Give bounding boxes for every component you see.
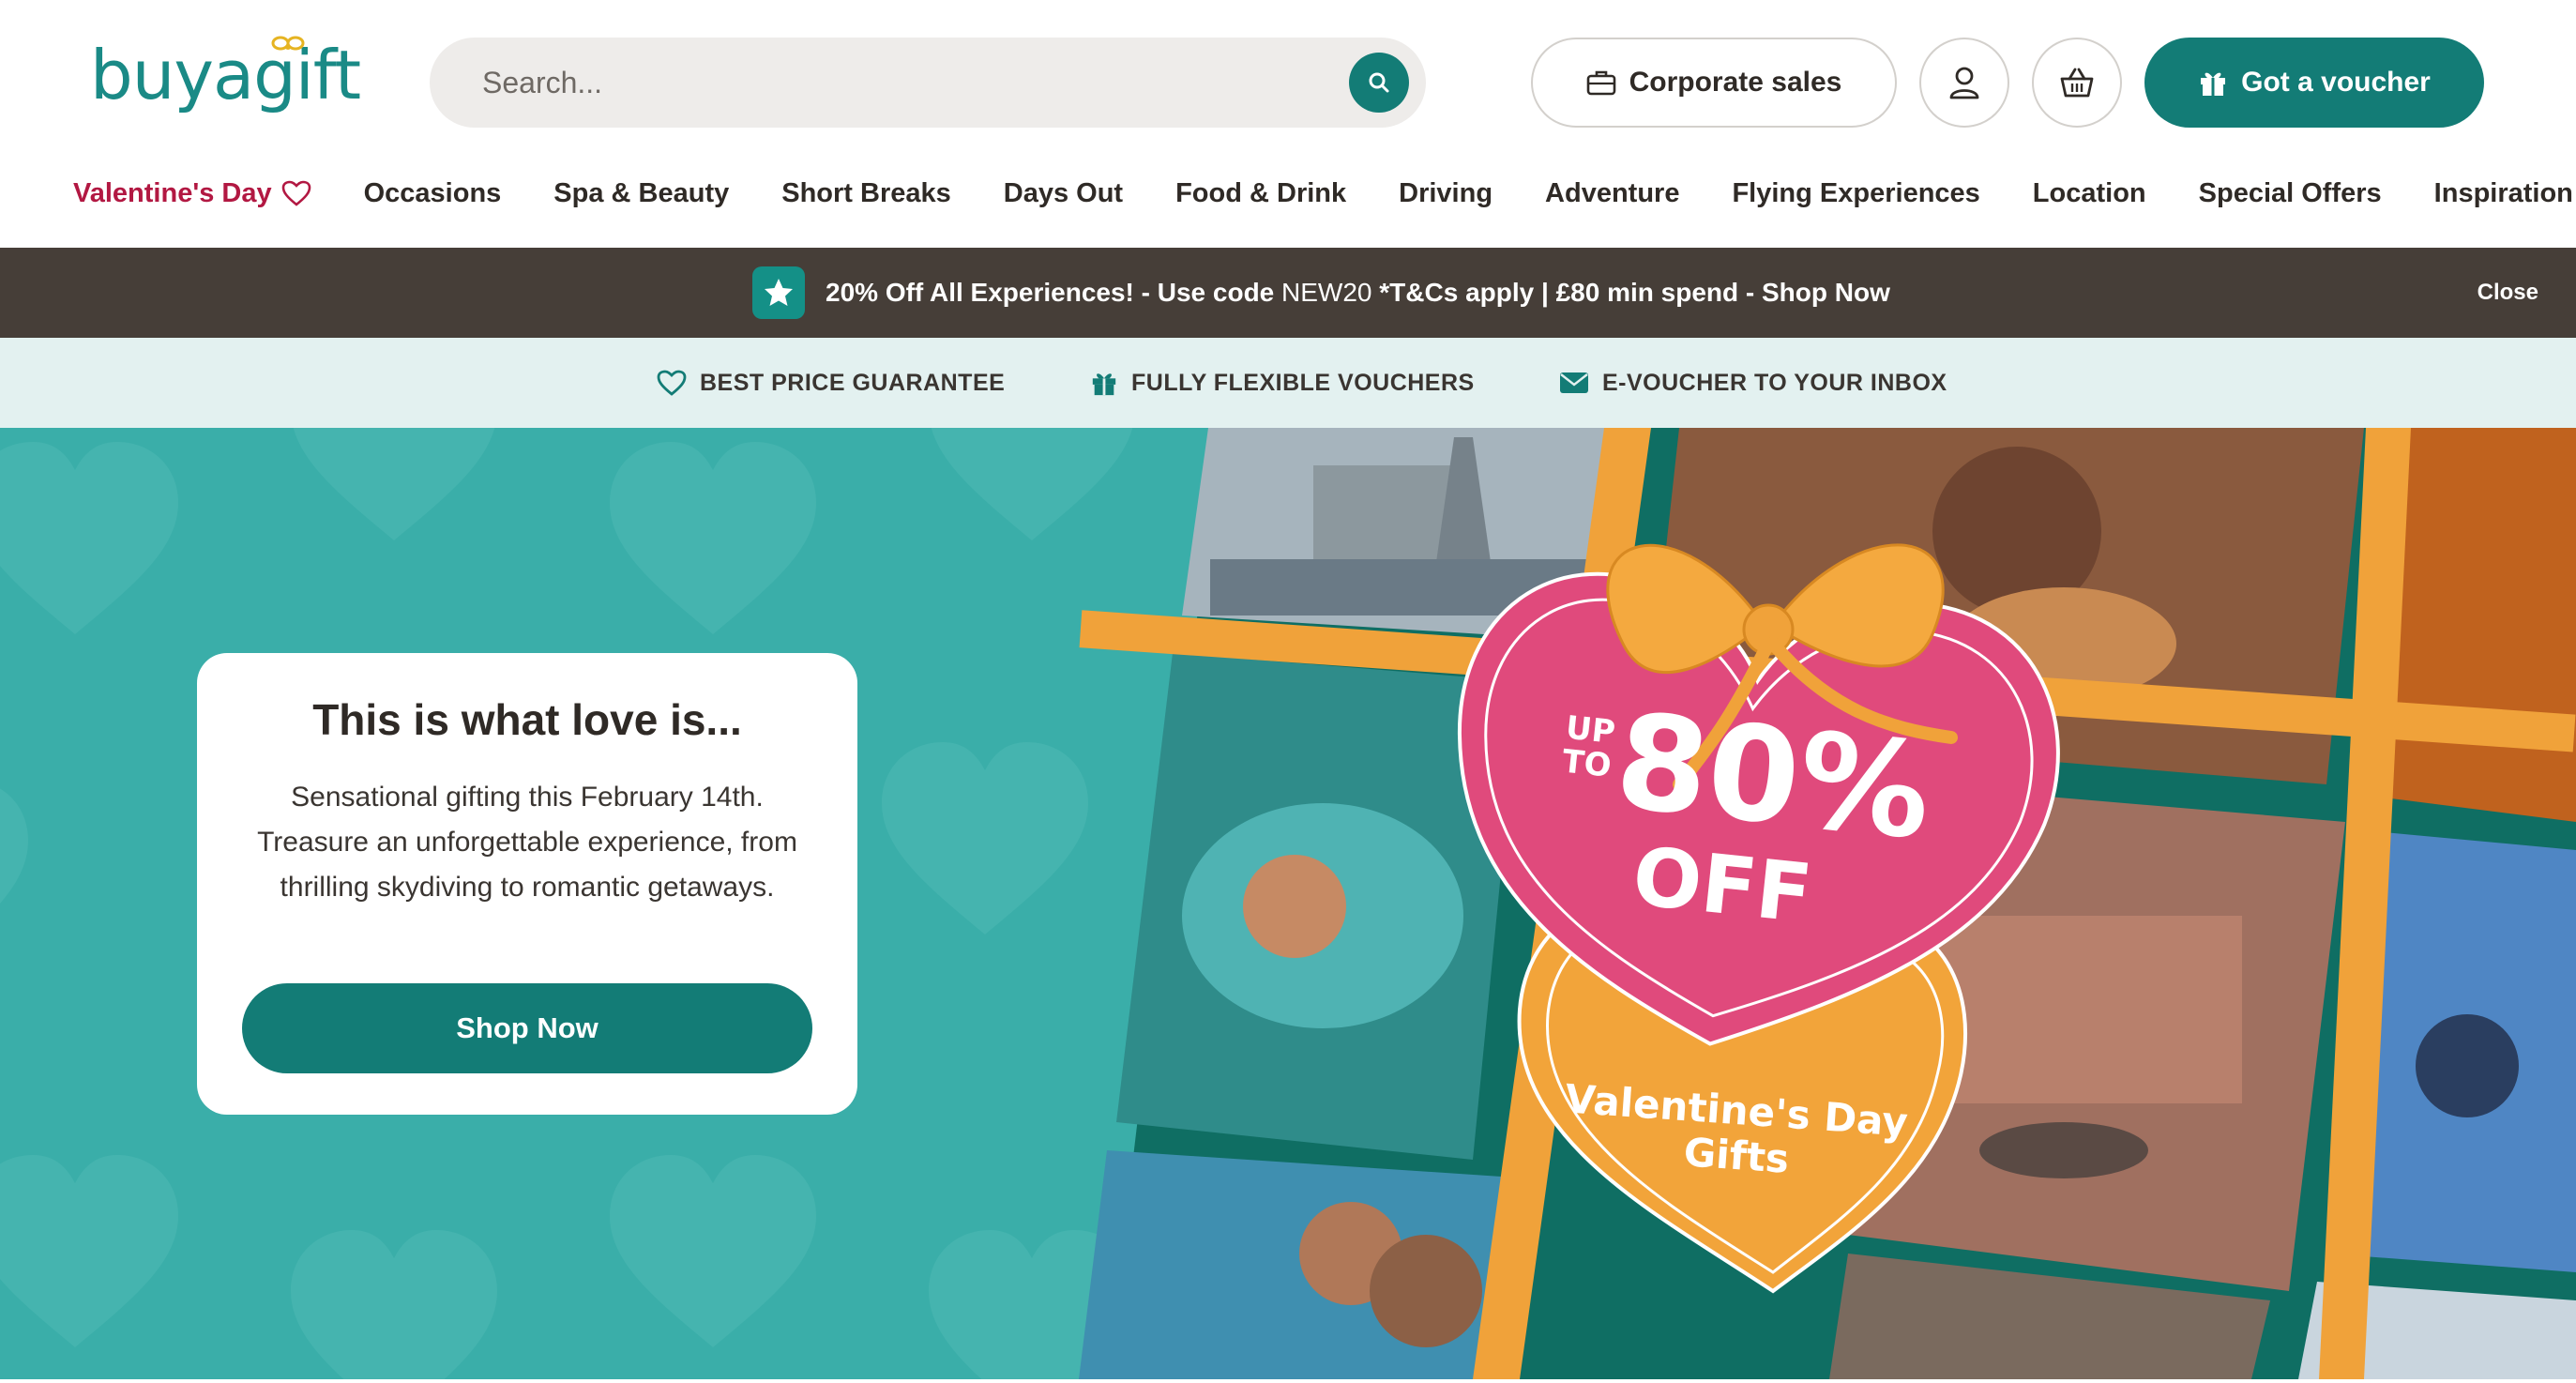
briefcase-icon [1586, 70, 1615, 96]
nav-item-label: Valentine's Day [73, 177, 272, 208]
nav-item-label: Flying Experiences [1732, 177, 1980, 208]
gift-icon [2201, 72, 2226, 96]
envelope-icon [1560, 372, 1588, 393]
hero-card: This is what love is... Sensational gift… [197, 653, 857, 1115]
nav-item-label: Location [2032, 177, 2146, 208]
heart-outline-icon [281, 180, 311, 206]
shop-now-button[interactable]: Shop Now [242, 983, 812, 1073]
heart-outline-icon [657, 370, 687, 396]
nav-item-label: Driving [1399, 177, 1493, 208]
banner-gifts-label: Gifts [1682, 1129, 1790, 1182]
buyagift-logo[interactable]: buyagift [90, 28, 361, 122]
promo-close-button[interactable]: Close [2478, 280, 2538, 306]
banner-off-label: OFF [1629, 829, 1816, 941]
promo-content[interactable]: 20% Off All Experiences! - Use code NEW2… [752, 266, 1890, 319]
usp-label: FULLY FLEXIBLE VOUCHERS [1131, 369, 1475, 396]
main-navigation: Valentine's Day Occasions Spa & Beauty S… [73, 167, 2573, 220]
nav-item-flying-experiences[interactable]: Flying Experiences [1732, 178, 1979, 209]
usp-label: E-VOUCHER TO YOUR INBOX [1602, 369, 1947, 396]
nav-item-adventure[interactable]: Adventure [1545, 178, 1679, 209]
nav-item-location[interactable]: Location [2033, 178, 2146, 209]
nav-item-food-drink[interactable]: Food & Drink [1175, 178, 1346, 209]
promo-code: NEW20 [1281, 278, 1372, 307]
promo-text: 20% Off All Experiences! - Use code NEW2… [826, 278, 1890, 308]
nav-item-label: Special Offers [2198, 177, 2382, 208]
nav-item-valentines-day[interactable]: Valentine's Day [73, 178, 311, 209]
site-header: buyagift Corporate sales [0, 0, 2576, 246]
nav-item-spa-beauty[interactable]: Spa & Beauty [553, 178, 729, 209]
hero-title: This is what love is... [312, 695, 742, 744]
search-icon [1369, 72, 1389, 93]
usp-bar: BEST PRICE GUARANTEE FULLY FLEXIBLE VOUC… [0, 338, 2576, 428]
usp-best-price: BEST PRICE GUARANTEE [657, 338, 1005, 428]
got-a-voucher-label: Got a voucher [2241, 67, 2431, 98]
nav-item-label: Spa & Beauty [553, 177, 730, 208]
usp-label: BEST PRICE GUARANTEE [700, 369, 1006, 396]
nav-item-short-breaks[interactable]: Short Breaks [781, 178, 951, 209]
corporate-sales-label: Corporate sales [1629, 67, 1842, 98]
banner-to-label: TO [1560, 742, 1613, 784]
experience-photo-collage[interactable]: Valentine's Day Gifts UP TO 80% OFF [1079, 428, 2576, 1379]
nav-item-label: Short Breaks [781, 177, 951, 208]
search-button[interactable] [1349, 53, 1409, 113]
nav-item-label: Occasions [363, 177, 502, 208]
usp-e-voucher: E-VOUCHER TO YOUR INBOX [1559, 338, 1947, 428]
got-a-voucher-button[interactable]: Got a voucher [2144, 38, 2484, 128]
nav-item-special-offers[interactable]: Special Offers [2199, 178, 2382, 209]
basket-icon [2060, 68, 2094, 98]
nav-item-driving[interactable]: Driving [1399, 178, 1493, 209]
hero-description: Sensational gifting this February 14th. … [257, 782, 797, 903]
gift-icon [1092, 373, 1116, 396]
user-icon [1949, 67, 1979, 99]
star-icon [765, 279, 793, 306]
star-badge [752, 266, 805, 319]
promo-text-suffix: *T&Cs apply | £80 min spend - Shop Now [1379, 278, 1890, 307]
nav-item-inspiration[interactable]: Inspiration [2434, 178, 2573, 209]
nav-item-occasions[interactable]: Occasions [364, 178, 502, 209]
nav-item-label: Food & Drink [1175, 177, 1347, 208]
corporate-sales-button[interactable]: Corporate sales [1531, 38, 1897, 128]
hero-banner: This is what love is... Sensational gift… [0, 428, 2576, 1379]
account-button[interactable] [1919, 38, 2009, 128]
logo-wordmark: buyagift [90, 36, 361, 114]
promo-text-prefix: 20% Off All Experiences! - Use code [826, 278, 1275, 307]
nav-item-label: Inspiration [2433, 177, 2573, 208]
nav-item-days-out[interactable]: Days Out [1004, 178, 1123, 209]
nav-item-label: Days Out [1003, 177, 1124, 208]
basket-button[interactable] [2032, 38, 2122, 128]
logo-bow-icon [271, 36, 305, 51]
search-bar [430, 38, 1426, 128]
usp-flexible-vouchers: FULLY FLEXIBLE VOUCHERS [1090, 338, 1475, 428]
nav-item-label: Adventure [1545, 177, 1680, 208]
promo-banner: 20% Off All Experiences! - Use code NEW2… [0, 248, 2576, 338]
search-input[interactable] [480, 38, 1306, 128]
